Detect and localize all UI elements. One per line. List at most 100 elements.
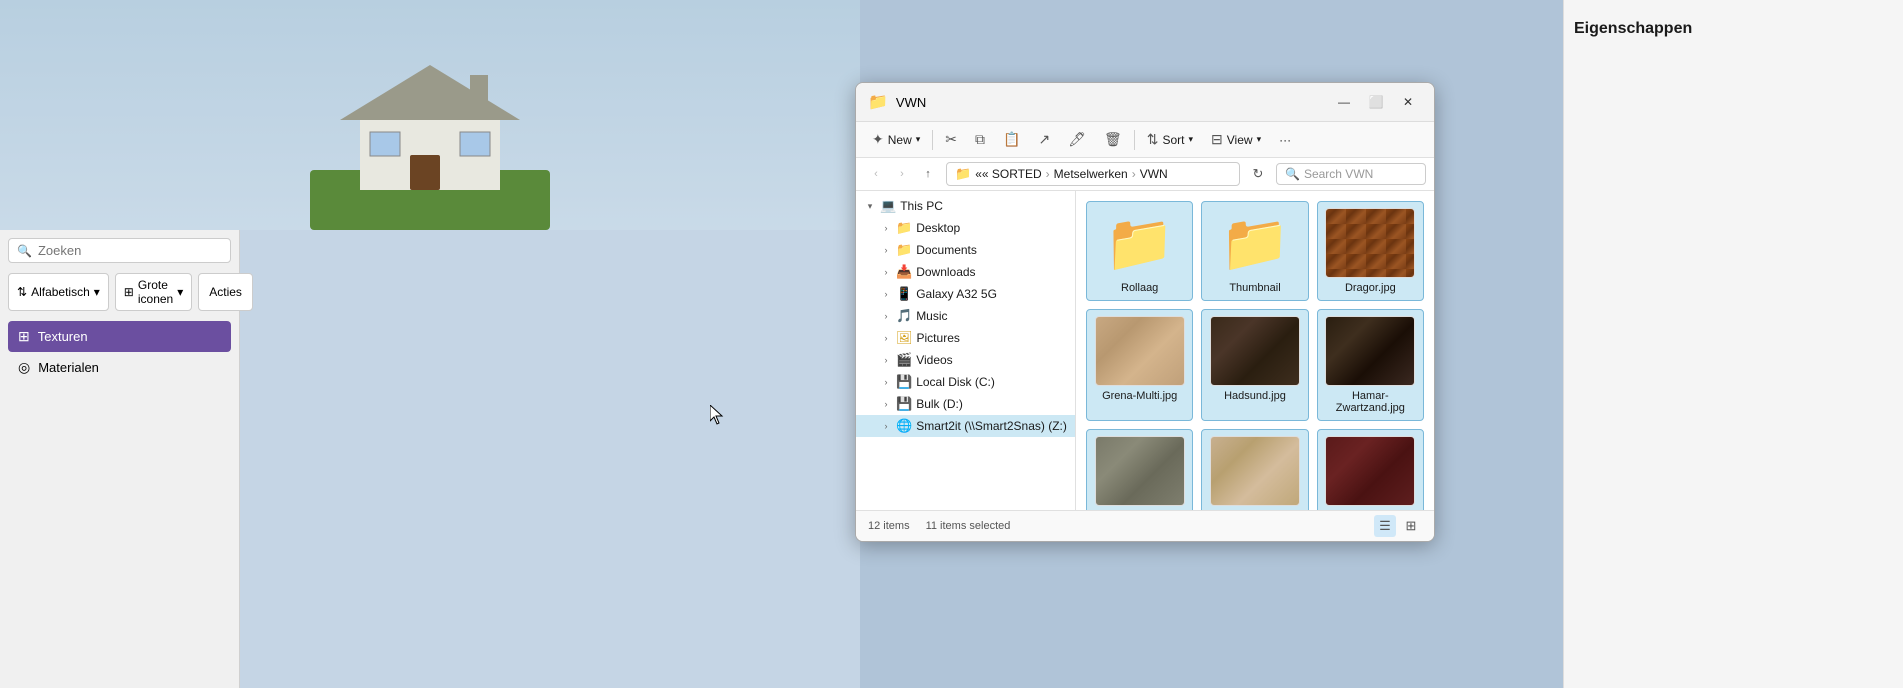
explorer-toolbar: ✦ New ▾ ✂ ⧉ 📋 ↗ 🖊 🗑 ⇅ Sort ▾ ⊟: [856, 122, 1434, 158]
back-button[interactable]: ‹: [864, 162, 888, 186]
expand-this-pc[interactable]: ▾: [864, 200, 876, 212]
tree-item-music[interactable]: › 🎵 Music: [856, 305, 1075, 327]
tree-item-bulk[interactable]: › 💾 Bulk (D:): [856, 393, 1075, 415]
more-button[interactable]: ···: [1271, 128, 1299, 152]
grena-thumb: [1095, 316, 1185, 386]
icon-chevron-icon: ▾: [177, 285, 183, 299]
address-path[interactable]: 📁 «« SORTED › Metselwerken › VWN: [946, 162, 1240, 186]
sort-dropdown[interactable]: ⇅ Alfabetisch ▾: [8, 273, 109, 311]
icon-dropdown[interactable]: ⊞ Grote iconen ▾: [115, 273, 192, 311]
file-grid: 📁 Rollaag 📁 Thumbnail Dragor.jpg Grena-M…: [1076, 191, 1434, 510]
search-container[interactable]: 🔍: [8, 238, 231, 263]
desktop-icon: 📁: [896, 220, 912, 236]
tree-item-local-disk[interactable]: › 💾 Local Disk (C:): [856, 371, 1075, 393]
file-item-grena[interactable]: Grena-Multi.jpg: [1086, 309, 1193, 421]
maximize-button[interactable]: ⬜: [1362, 91, 1390, 113]
expand-pictures[interactable]: ›: [880, 332, 892, 344]
krypton-thumb: [1095, 436, 1185, 506]
videos-icon: 🎬: [896, 352, 912, 368]
tree-item-downloads[interactable]: › 📥 Downloads: [856, 261, 1075, 283]
sort-button[interactable]: ⇅ Sort ▾: [1139, 126, 1201, 153]
file-item-dragor[interactable]: Dragor.jpg: [1317, 201, 1424, 301]
file-item-krypton[interactable]: Krypton.jpg: [1086, 429, 1193, 510]
expand-downloads[interactable]: ›: [880, 266, 892, 278]
background-app: 🔍 ⇅ Alfabetisch ▾ ⊞ Grote iconen ▾ Actie…: [0, 0, 860, 688]
share-button[interactable]: ↗: [1030, 126, 1058, 153]
cut-button[interactable]: ✂: [937, 126, 965, 153]
tree-item-this-pc[interactable]: ▾ 💻 This PC: [856, 195, 1075, 217]
expand-documents[interactable]: ›: [880, 244, 892, 256]
paste-button[interactable]: 📋: [995, 126, 1028, 153]
pictures-icon: 🖼: [896, 330, 913, 346]
rename-button[interactable]: 🖊: [1060, 126, 1094, 153]
tree-item-desktop[interactable]: › 📁 Desktop: [856, 217, 1075, 239]
tree-item-pictures[interactable]: › 🖼 Pictures: [856, 327, 1075, 349]
acties-button[interactable]: Acties: [198, 273, 253, 311]
up-button[interactable]: ↑: [916, 162, 940, 186]
file-item-oud-zuid[interactable]: Oud-Zuid.jpg: [1201, 429, 1308, 510]
search-icon: 🔍: [17, 244, 32, 258]
sort-icon: ⇅: [17, 285, 27, 299]
expand-music[interactable]: ›: [880, 310, 892, 322]
address-bar: ‹ › ↑ 📁 «« SORTED › Metselwerken › VWN ↻…: [856, 158, 1434, 191]
status-right: ☰ ⊞: [1374, 515, 1422, 537]
delete-button[interactable]: 🗑: [1096, 126, 1130, 153]
cut-icon: ✂: [945, 131, 957, 148]
house-svg: [280, 50, 580, 230]
sort-tb-label: Sort: [1162, 133, 1184, 147]
minimize-button[interactable]: —: [1330, 91, 1358, 113]
expand-galaxy[interactable]: ›: [880, 288, 892, 300]
eigenschappen-panel: Eigenschappen: [1563, 0, 1903, 688]
new-button[interactable]: ✦ New ▾: [864, 126, 928, 153]
close-button[interactable]: ✕: [1394, 91, 1422, 113]
explorer-window: 📁 VWN — ⬜ ✕ ✦ New ▾ ✂ ⧉ 📋 ↗ 🖊 �: [855, 82, 1435, 542]
left-panel: 🔍 ⇅ Alfabetisch ▾ ⊞ Grote iconen ▾ Actie…: [0, 230, 240, 688]
file-item-hamar[interactable]: Hamar-Zwartzand.jpg: [1317, 309, 1424, 421]
documents-icon: 📁: [896, 242, 912, 258]
nav-tree: ▾ 💻 This PC › 📁 Desktop › 📁 Documents › …: [856, 191, 1076, 510]
copy-icon: ⧉: [975, 131, 985, 148]
expand-local-disk[interactable]: ›: [880, 376, 892, 388]
tree-item-videos[interactable]: › 🎬 Videos: [856, 349, 1075, 371]
nav-item-materialen[interactable]: ◎ Materialen: [8, 352, 231, 383]
search-input[interactable]: [38, 243, 222, 258]
nav-arrows: ‹ › ↑: [864, 162, 940, 186]
downloads-icon: 📥: [896, 264, 912, 280]
copy-button[interactable]: ⧉: [967, 126, 993, 153]
path-segment-sorted: «« SORTED: [975, 167, 1041, 181]
window-title: VWN: [896, 95, 1322, 110]
bulk-label: Bulk (D:): [916, 397, 963, 411]
videos-label: Videos: [916, 353, 952, 367]
toolbar-row: ⇅ Alfabetisch ▾ ⊞ Grote iconen ▾ Acties: [8, 273, 231, 311]
desktop-label: Desktop: [916, 221, 960, 235]
grena-name: Grena-Multi.jpg: [1102, 390, 1177, 402]
grid-view-toggle[interactable]: ⊞: [1400, 515, 1422, 537]
item-count: 12 items: [868, 520, 910, 532]
expand-desktop[interactable]: ›: [880, 222, 892, 234]
status-bar: 12 items 11 items selected ☰ ⊞: [856, 510, 1434, 541]
file-item-roozengaarde[interactable]: Roozengaarde.jpg: [1317, 429, 1424, 510]
expand-videos[interactable]: ›: [880, 354, 892, 366]
oud-zuid-thumb: [1210, 436, 1300, 506]
tree-item-smart2it[interactable]: › 🌐 Smart2it (\\Smart2Snas) (Z:): [856, 415, 1075, 437]
materialen-icon: ◎: [18, 359, 30, 376]
refresh-button[interactable]: ↻: [1246, 162, 1270, 186]
expand-bulk[interactable]: ›: [880, 398, 892, 410]
search-box[interactable]: 🔍 Search VWN: [1276, 163, 1426, 185]
forward-button[interactable]: ›: [890, 162, 914, 186]
sort-tb-chevron-icon: ▾: [1189, 134, 1194, 145]
documents-label: Documents: [916, 243, 977, 257]
file-item-rollaag[interactable]: 📁 Rollaag: [1086, 201, 1193, 301]
file-item-thumbnail[interactable]: 📁 Thumbnail: [1201, 201, 1308, 301]
dragor-name: Dragor.jpg: [1345, 282, 1396, 294]
nav-item-texturen[interactable]: ⊞ Texturen: [8, 321, 231, 352]
smart2it-label: Smart2it (\\Smart2Snas) (Z:): [916, 419, 1067, 433]
file-item-hadsund[interactable]: Hadsund.jpg: [1201, 309, 1308, 421]
tree-item-galaxy[interactable]: › 📱 Galaxy A32 5G: [856, 283, 1075, 305]
3d-scene: [0, 0, 860, 230]
tree-item-documents[interactable]: › 📁 Documents: [856, 239, 1075, 261]
view-button[interactable]: ⊟ View ▾: [1203, 126, 1269, 153]
new-chevron-icon: ▾: [916, 134, 921, 145]
list-view-toggle[interactable]: ☰: [1374, 515, 1396, 537]
expand-smart2it[interactable]: ›: [880, 420, 892, 432]
